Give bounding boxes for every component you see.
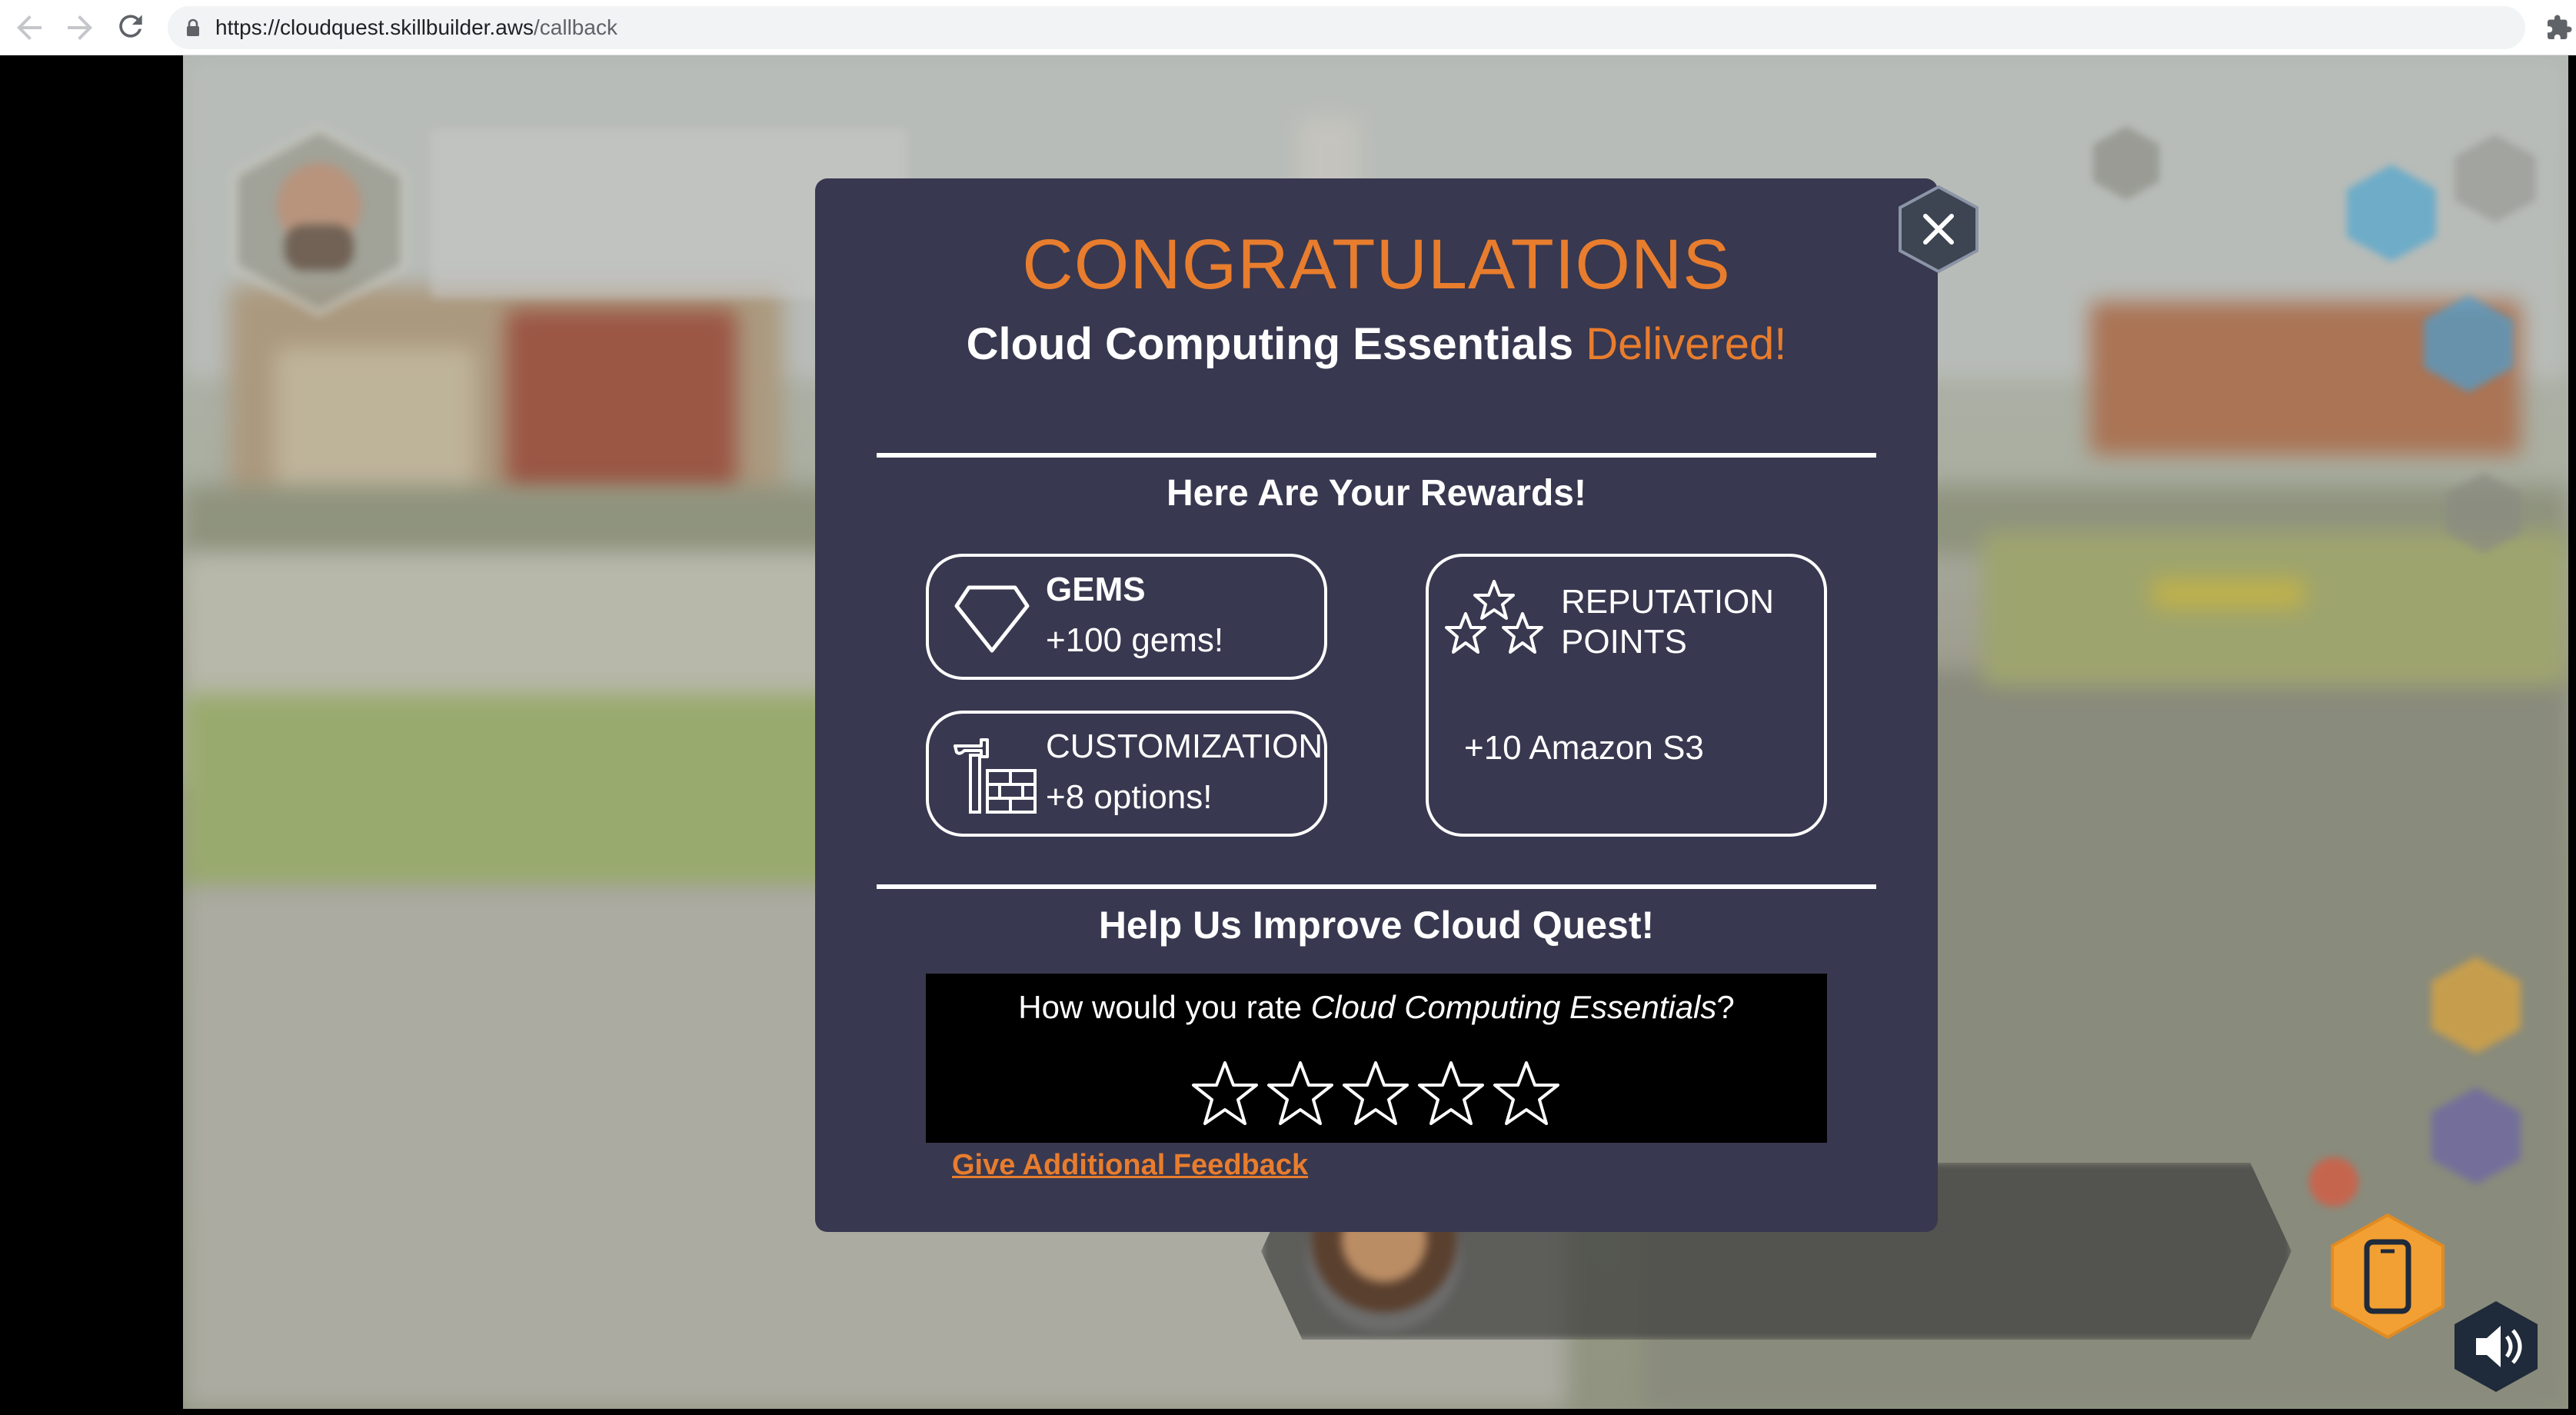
course-name: Cloud Computing Essentials bbox=[966, 319, 1574, 369]
url-host: https://cloudquest.skillbuilder.aws bbox=[215, 15, 534, 39]
reward-card-customization: CUSTOMIZATION +8 options! bbox=[926, 711, 1327, 837]
rating-box: How would you rate Cloud Computing Essen… bbox=[926, 974, 1827, 1143]
hud-level-icon bbox=[2431, 957, 2521, 1054]
customization-value: +8 options! bbox=[1046, 778, 1213, 816]
divider bbox=[877, 884, 1876, 889]
reward-card-gems: GEMS +100 gems! bbox=[926, 554, 1327, 680]
speaker-icon[interactable] bbox=[2453, 1300, 2539, 1393]
hud-settings-icon bbox=[2454, 134, 2537, 223]
give-feedback-link[interactable]: Give Additional Feedback bbox=[952, 1149, 1308, 1182]
star-icon[interactable] bbox=[1492, 1060, 1561, 1127]
gems-value: +100 gems! bbox=[1046, 621, 1224, 659]
reload-icon bbox=[119, 15, 142, 38]
delivered-label: Delivered! bbox=[1586, 319, 1787, 369]
star-icon[interactable] bbox=[1416, 1060, 1486, 1127]
rating-question-suffix: ? bbox=[1716, 989, 1735, 1025]
browser-toolbar: https://cloudquest.skillbuilder.aws/call… bbox=[0, 0, 2576, 55]
close-icon[interactable] bbox=[1898, 185, 1979, 274]
stars-icon bbox=[1445, 580, 1543, 654]
hud-inventory-icon bbox=[2431, 1087, 2521, 1184]
phone-device-icon[interactable] bbox=[2330, 1213, 2445, 1340]
star-icon[interactable] bbox=[1341, 1060, 1410, 1127]
rewards-modal: CONGRATULATIONS Cloud Computing Essentia… bbox=[815, 178, 1938, 1232]
address-bar[interactable]: https://cloudquest.skillbuilder.aws/call… bbox=[168, 6, 2525, 49]
hammer-brick-icon bbox=[954, 738, 1037, 814]
url-path: /callback bbox=[534, 15, 617, 39]
diamond-icon bbox=[954, 585, 1030, 653]
reputation-label-line1: REPUTATION bbox=[1561, 583, 1775, 621]
rewards-heading: Here Are Your Rewards! bbox=[1167, 473, 1586, 514]
reputation-value: +10 Amazon S3 bbox=[1464, 729, 1704, 767]
modal-subtitle: Cloud Computing Essentials Delivered! bbox=[815, 318, 1938, 370]
arrow-left-icon bbox=[17, 15, 42, 40]
star-icon[interactable] bbox=[1266, 1060, 1335, 1127]
gems-label: GEMS bbox=[1046, 571, 1146, 608]
player-avatar-icon bbox=[231, 125, 407, 317]
reward-card-reputation: REPUTATION POINTS +10 Amazon S3 bbox=[1426, 554, 1827, 837]
hud-cloud-icon bbox=[2424, 295, 2513, 392]
rating-question-prefix: How would you rate bbox=[1018, 989, 1311, 1025]
url-text: https://cloudquest.skillbuilder.aws/call… bbox=[215, 6, 617, 49]
star-rating bbox=[1190, 1060, 1575, 1130]
hud-map-icon bbox=[2347, 165, 2436, 261]
rating-question: How would you rate Cloud Computing Essen… bbox=[926, 989, 1827, 1026]
hud-hex-icon bbox=[2093, 126, 2159, 200]
star-icon[interactable] bbox=[1190, 1060, 1260, 1127]
puzzle-icon[interactable] bbox=[2545, 14, 2573, 42]
lock-icon bbox=[187, 18, 199, 36]
divider bbox=[877, 453, 1876, 458]
forward-button[interactable] bbox=[62, 9, 98, 46]
arrow-right-icon bbox=[68, 15, 92, 40]
customization-label: CUSTOMIZATION bbox=[1046, 727, 1323, 765]
modal-title: CONGRATULATIONS bbox=[1022, 225, 1731, 304]
reputation-label-line2: POINTS bbox=[1561, 623, 1687, 661]
reload-button[interactable] bbox=[112, 9, 149, 46]
hud-person-icon bbox=[2446, 472, 2521, 554]
help-heading: Help Us Improve Cloud Quest! bbox=[1098, 904, 1655, 947]
notification-dot-icon bbox=[2309, 1157, 2358, 1207]
back-button[interactable] bbox=[11, 9, 48, 46]
rating-question-course: Cloud Computing Essentials bbox=[1310, 989, 1717, 1025]
